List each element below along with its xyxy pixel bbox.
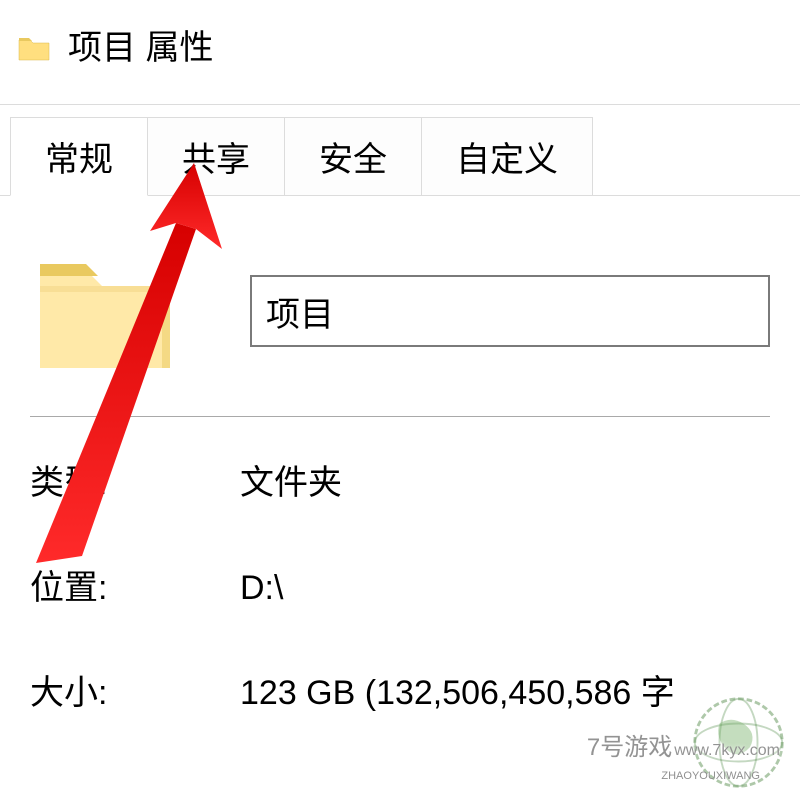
tab-security[interactable]: 安全 <box>284 117 422 196</box>
value-size: 123 GB (132,506,450,586 字 <box>240 665 675 714</box>
folder-icon <box>18 35 50 61</box>
folder-name-row <box>30 246 770 417</box>
label-size: 大小: <box>30 665 240 714</box>
window-titlebar: 项目 属性 <box>0 0 800 104</box>
row-type: 类型: 文件夹 <box>30 455 770 504</box>
label-type: 类型: <box>30 455 240 504</box>
value-location: D:\ <box>240 569 283 608</box>
value-type: 文件夹 <box>240 455 342 504</box>
tab-customize[interactable]: 自定义 <box>421 117 593 196</box>
tab-bar: 常规 共享 安全 自定义 <box>10 117 800 196</box>
dialog-body: 常规 共享 安全 自定义 类型: 文件夹 位置: D:\ 大小: <box>0 104 800 714</box>
window-title: 项目 属性 <box>68 20 213 69</box>
tab-sharing[interactable]: 共享 <box>147 117 285 196</box>
watermark-sub: ZHAOYOUXIWANG <box>661 770 760 782</box>
label-location: 位置: <box>30 560 240 609</box>
folder-large-icon <box>30 246 180 376</box>
tab-general[interactable]: 常规 <box>10 117 148 196</box>
folder-name-input[interactable] <box>250 275 770 347</box>
row-location: 位置: D:\ <box>30 560 770 609</box>
row-size: 大小: 123 GB (132,506,450,586 字 <box>30 665 770 714</box>
watermark-brand: 7号游戏www.7kyx.com <box>587 727 780 762</box>
tab-content-general: 类型: 文件夹 位置: D:\ 大小: 123 GB (132,506,450,… <box>0 195 800 714</box>
